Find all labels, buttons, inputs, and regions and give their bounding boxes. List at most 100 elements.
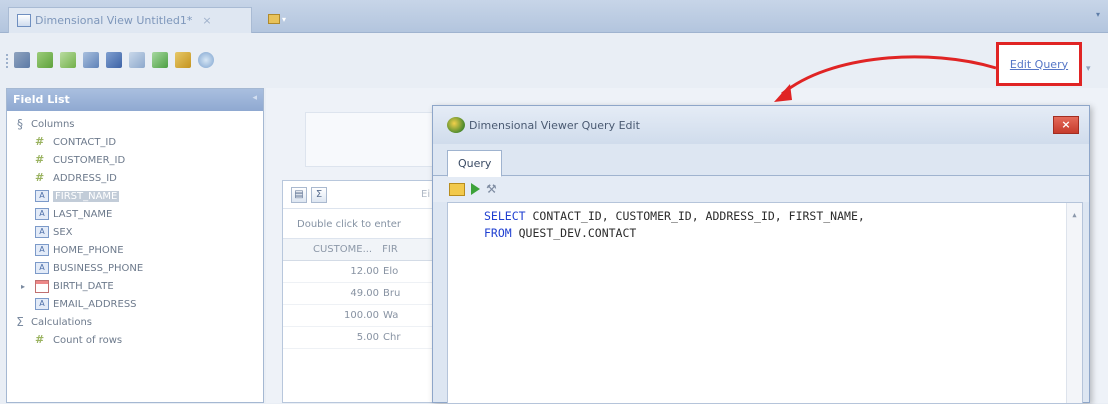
grid-icon[interactable] — [83, 52, 99, 68]
field-list-panel: Field List ◂ § Columns # CONTACT_ID # CUSTO… — [6, 88, 264, 403]
query-toolbar: ⚒ — [433, 176, 1089, 202]
table-row[interactable]: 5.00 Chr — [283, 327, 441, 349]
grid-toolbar-fragment: Ei — [421, 189, 431, 200]
grid-toolbar: ▤ Σ Ei — [283, 181, 441, 209]
new-tab-dropdown[interactable]: ▾ — [268, 12, 290, 26]
calculations-node[interactable]: Σ Calculations — [7, 313, 263, 331]
field-label: EMAIL_ADDRESS — [53, 298, 137, 310]
field-item[interactable]: A FIRST_NAME — [7, 187, 263, 205]
double-click-hint[interactable]: Double click to enter — [283, 209, 441, 239]
date-field-icon — [35, 279, 49, 293]
calculations-label: Calculations — [31, 316, 92, 328]
field-list-header: Field List ◂ — [7, 89, 263, 111]
add-field-icon[interactable] — [14, 52, 30, 68]
sort-icon[interactable] — [60, 52, 76, 68]
field-item[interactable]: A LAST_NAME — [7, 205, 263, 223]
field-label: BUSINESS_PHONE — [53, 262, 144, 274]
sql-editor[interactable]: SELECT CONTACT_ID, CUSTOMER_ID, ADDRESS_… — [447, 202, 1083, 404]
filter-icon[interactable] — [129, 52, 145, 68]
table-row[interactable]: 49.00 Bru — [283, 283, 441, 305]
toolbar-overflow-icon[interactable]: ▾ — [1086, 64, 1091, 74]
text-field-icon: A — [35, 298, 49, 310]
number-field-icon: # — [35, 171, 45, 184]
refresh-icon[interactable] — [198, 52, 214, 68]
pin-icon[interactable]: ◂ — [252, 93, 257, 103]
text-field-icon: A — [35, 226, 49, 238]
app-logo-icon — [447, 117, 465, 133]
close-button[interactable]: × — [1053, 116, 1079, 134]
column-header-first[interactable]: FIR — [382, 244, 398, 255]
cell-customer-id: 100.00 — [344, 310, 379, 321]
number-field-icon: # — [35, 153, 45, 166]
grid-sum-icon[interactable]: Σ — [311, 186, 327, 203]
tab-label: Dimensional View Untitled1* — [35, 14, 193, 27]
cell-first-name: Wa — [383, 310, 399, 321]
dialog-tabs: Query — [433, 144, 1089, 177]
field-label: HOME_PHONE — [53, 244, 124, 256]
field-item[interactable]: A HOME_PHONE — [7, 241, 263, 259]
cell-first-name: Bru — [383, 288, 401, 299]
field-item[interactable]: A EMAIL_ADDRESS — [7, 295, 263, 313]
scroll-up-icon[interactable]: ▲ — [1067, 211, 1082, 219]
field-item[interactable]: ▸ BIRTH_DATE — [7, 277, 263, 295]
number-field-icon: # — [35, 135, 45, 148]
cell-first-name: Elo — [383, 266, 399, 277]
field-item[interactable]: # ADDRESS_ID — [7, 169, 263, 187]
grid-column-headers: CUSTOME... FIR — [283, 239, 441, 261]
table-row[interactable]: 12.00 Elo — [283, 261, 441, 283]
expand-icon[interactable]: ▸ — [21, 282, 25, 291]
data-grid: ▤ Σ Ei Double click to enter CUSTOME... … — [282, 180, 442, 403]
sql-from-table: QUEST_DEV.CONTACT — [511, 226, 637, 240]
text-field-icon: A — [35, 244, 49, 256]
text-field-icon: A — [35, 262, 49, 274]
document-tab-strip: Dimensional View Untitled1* × ▾ ▾ — [0, 0, 1108, 33]
field-label: LAST_NAME — [53, 208, 113, 220]
tab-dimensional-view[interactable]: Dimensional View Untitled1* × — [8, 7, 252, 33]
field-label: Count of rows — [53, 334, 123, 346]
number-field-icon: # — [35, 333, 45, 346]
sql-line-2: FROM QUEST_DEV.CONTACT — [484, 226, 1082, 243]
field-item[interactable]: # CONTACT_ID — [7, 133, 263, 151]
edit-query-link[interactable]: Edit Query — [1010, 58, 1068, 71]
field-item[interactable]: # CUSTOMER_ID — [7, 151, 263, 169]
query-edit-dialog: Dimensional Viewer Query Edit × Query ⚒ … — [432, 105, 1090, 404]
sql-line-1: SELECT CONTACT_ID, CUSTOMER_ID, ADDRESS_… — [484, 209, 1082, 226]
text-field-icon: A — [35, 190, 49, 202]
tab-close-icon[interactable]: × — [202, 14, 211, 27]
field-label: CUSTOMER_ID — [53, 154, 126, 166]
dialog-title-bar[interactable]: Dimensional Viewer Query Edit × — [433, 106, 1089, 144]
cell-customer-id: 12.00 — [350, 266, 379, 277]
open-folder-icon[interactable] — [449, 182, 465, 196]
chart-icon[interactable] — [152, 52, 168, 68]
field-item[interactable]: # Count of rows — [7, 331, 263, 349]
toolbar-grip[interactable] — [6, 54, 8, 68]
run-icon[interactable] — [471, 183, 480, 195]
dimensional-view-icon — [17, 14, 31, 27]
field-label: CONTACT_ID — [53, 136, 117, 148]
field-item[interactable]: A BUSINESS_PHONE — [7, 259, 263, 277]
columns-label: Columns — [31, 118, 75, 130]
columns-node[interactable]: § Columns — [7, 115, 263, 133]
sql-keyword-from: FROM — [484, 226, 512, 240]
build-query-icon[interactable]: ⚒ — [486, 182, 500, 196]
field-label: BIRTH_DATE — [53, 280, 114, 292]
bars-icon[interactable] — [175, 52, 191, 68]
sql-select-columns: CONTACT_ID, CUSTOMER_ID, ADDRESS_ID, FIR… — [525, 209, 865, 223]
toolbar-icons — [14, 52, 214, 68]
table-row[interactable]: 100.00 Wa — [283, 305, 441, 327]
field-list-title: Field List — [13, 93, 70, 106]
column-header-customer[interactable]: CUSTOME... — [313, 244, 372, 255]
annotation-arrow — [774, 55, 997, 102]
pivot-icon[interactable] — [37, 52, 53, 68]
pivot-drop-area — [305, 112, 435, 167]
tab-list-chevron-icon[interactable]: ▾ — [1096, 10, 1100, 19]
sql-keyword-select: SELECT — [484, 209, 526, 223]
cell-first-name: Chr — [383, 332, 401, 343]
field-label: SEX — [53, 226, 73, 238]
dialog-title: Dimensional Viewer Query Edit — [469, 118, 640, 132]
tab-query[interactable]: Query — [447, 150, 503, 177]
grid-config-icon[interactable]: ▤ — [291, 186, 307, 203]
field-item[interactable]: A SEX — [7, 223, 263, 241]
editor-scrollbar[interactable]: ▲ — [1066, 203, 1082, 403]
save-icon[interactable] — [106, 52, 122, 68]
